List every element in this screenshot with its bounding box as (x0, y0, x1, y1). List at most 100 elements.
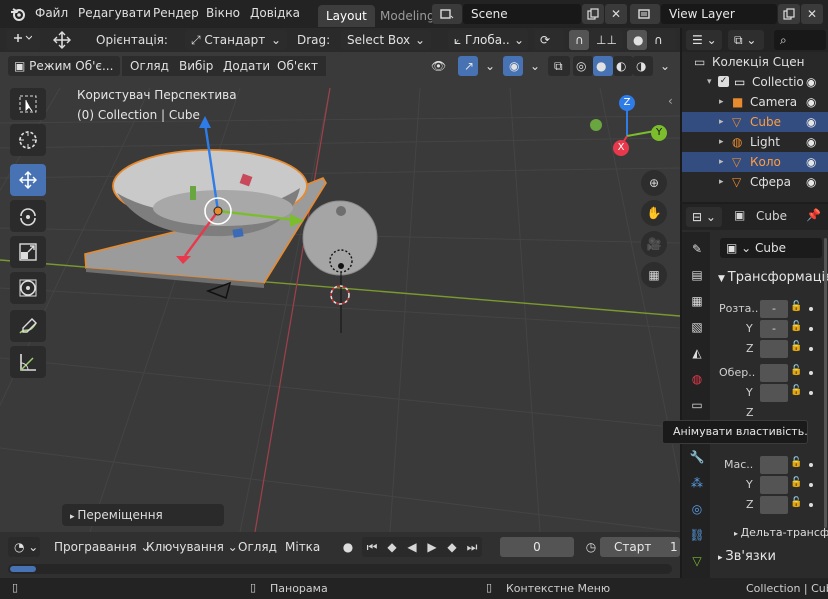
outliner-item[interactable]: ▸ ■ Camera ◉ (682, 92, 828, 112)
marker-menu[interactable]: Мітка (277, 537, 328, 557)
transform-space-dropdown[interactable]: ⟀ Глоба.. ⌄ (448, 30, 528, 50)
delete-view-layer-icon[interactable]: ✕ (801, 4, 823, 24)
viewport-canvas[interactable] (0, 28, 680, 532)
tool-cursor[interactable] (10, 124, 46, 156)
falloff-dropdown[interactable]: ∩ (648, 30, 676, 50)
keyframe-dot-icon[interactable] (809, 347, 813, 351)
new-view-layer-icon[interactable] (778, 4, 800, 24)
collection-icon[interactable]: ▭ (686, 394, 708, 416)
eye-icon[interactable]: ◉ (806, 112, 816, 132)
prev-keyframe-icon[interactable]: ◆ (382, 540, 402, 554)
new-scene-icon[interactable] (582, 4, 604, 24)
menu-window[interactable]: Вікно (206, 6, 240, 20)
eye-icon[interactable]: ◉ (806, 152, 816, 172)
tool-scale[interactable] (10, 236, 46, 268)
redo-panel[interactable]: ▸ Переміщення (62, 504, 224, 526)
delta-transform-panel-header[interactable]: ▸ Дельта-трансформація (734, 526, 828, 539)
keyframe-dot-icon[interactable] (809, 463, 813, 467)
mode-dropdown[interactable]: ▣ Режим Об'є... (8, 56, 120, 76)
tool-transform[interactable] (10, 272, 46, 304)
tool-rotate[interactable] (10, 200, 46, 232)
scale-y-field[interactable]: - (760, 320, 788, 338)
keyframe-dot-icon[interactable] (809, 307, 813, 311)
outliner-item[interactable]: ▸ ▽ Коло ◉ (682, 152, 828, 172)
expand-triangle-icon[interactable]: ▸ (719, 172, 724, 192)
tool-measure[interactable] (10, 346, 46, 378)
expand-triangle-icon[interactable]: ▸ (719, 92, 724, 112)
constraint-icon[interactable]: ⛓ (686, 524, 708, 546)
expand-triangle-icon[interactable]: ▸ (719, 132, 724, 152)
mass-z-field[interactable] (760, 496, 788, 514)
snap-target-dropdown[interactable]: ⊥⊥ (590, 30, 622, 50)
physics-icon[interactable]: ◎ (686, 498, 708, 520)
shading-dropdown[interactable]: ⌄ (654, 56, 672, 76)
outliner-item[interactable]: ▸ ▽ Сфера ◉ (682, 172, 828, 192)
zoom-view-button[interactable]: ⊕ (641, 170, 667, 196)
scene-name-field[interactable]: Scene (463, 4, 581, 24)
expand-triangle-icon[interactable]: ▸ (719, 112, 724, 132)
data-icon[interactable]: ▽ (686, 550, 708, 572)
lock-icon[interactable]: 🔓 (790, 321, 802, 332)
menu-select[interactable]: Вибір (171, 56, 222, 76)
perspective-toggle-button[interactable]: ▦ (641, 262, 667, 288)
gizmo-toggle[interactable]: ↗ (458, 56, 478, 76)
orientation-dropdown[interactable]: ⤢ Стандарт ⌄ (185, 30, 287, 50)
display-mode-dropdown[interactable]: ⧉ ⌄ (728, 30, 764, 50)
eye-icon[interactable]: ◉ (806, 172, 816, 192)
menu-file[interactable]: Файл (35, 6, 68, 20)
tool-icon[interactable]: ✎ (686, 238, 708, 260)
shading-solid-button[interactable]: ● (593, 56, 613, 76)
transform-panel-header[interactable]: ▼ Трансформація (718, 270, 828, 285)
play-reverse-icon[interactable]: ◀ (402, 540, 422, 554)
outliner-editor-dropdown[interactable]: ☰ ⌄ (686, 30, 722, 50)
view-layer-field[interactable]: View Layer (661, 4, 777, 24)
lock-icon[interactable]: 🔓 (790, 497, 802, 508)
timeline-scrubber[interactable] (8, 564, 672, 574)
properties-scrollbar[interactable] (824, 238, 827, 528)
lock-icon[interactable]: 🔓 (790, 457, 802, 468)
viewport-3d[interactable]: Орієнтація: ⤢ Стандарт ⌄ Drag: Select Box… (0, 28, 680, 532)
lock-icon[interactable]: 🔓 (790, 301, 802, 312)
menu-edit[interactable]: Редагувати (78, 6, 151, 20)
menu-help[interactable]: Довідка (250, 6, 300, 20)
menu-object[interactable]: Об'єкт (269, 56, 326, 76)
play-icon[interactable]: ▶ (422, 540, 442, 554)
collapse-sidebar-icon[interactable]: ‹ (668, 94, 673, 108)
blender-logo-icon[interactable] (10, 6, 26, 22)
properties-editor-dropdown[interactable]: ⊟ ⌄ (686, 207, 722, 227)
constraints-panel-header[interactable]: ▸ Зв'язки (718, 549, 776, 564)
tool-annotate[interactable] (10, 310, 46, 342)
chevron-down-icon[interactable]: ▾ (707, 72, 712, 92)
overlay-toggle[interactable]: ◉ (503, 56, 523, 76)
shading-wireframe-button[interactable]: ◎ (573, 56, 593, 76)
keyframe-dot-icon[interactable] (809, 503, 813, 507)
jump-end-icon[interactable]: ⏭ (462, 540, 482, 555)
lock-icon[interactable]: 🔓 (790, 341, 802, 352)
eye-icon[interactable]: ◉ (806, 72, 816, 92)
keyframe-dot-icon[interactable] (809, 371, 813, 375)
jump-start-icon[interactable]: ⏮ (362, 540, 382, 555)
lock-icon[interactable]: 🔓 (790, 477, 802, 488)
scale-x-field[interactable]: - (760, 300, 788, 318)
xray-toggle[interactable]: ⧉ (548, 56, 570, 76)
view-layer-icon[interactable] (630, 4, 660, 24)
render-icon[interactable]: ▤ (686, 264, 708, 286)
drag-dropdown[interactable]: Select Box ⌄ (341, 30, 431, 50)
keyframe-dot-icon[interactable] (809, 483, 813, 487)
current-frame-field[interactable]: 0 (500, 537, 574, 557)
mass-y-field[interactable] (760, 476, 788, 494)
tool-selector[interactable] (6, 30, 40, 50)
editor-type-dropdown[interactable]: ◔ ⌄ (8, 537, 40, 557)
particles-icon[interactable]: ⁂ (686, 472, 708, 494)
pin-icon[interactable]: 📌 (806, 208, 821, 222)
lock-icon[interactable]: 🔓 (790, 365, 802, 376)
object-name-field[interactable]: ▣ ⌄ Cube (720, 238, 822, 258)
shading-rendered-button[interactable]: ◑ (633, 56, 653, 76)
outliner-item[interactable]: ▾ ✓ ▭ Collection◉ (682, 72, 828, 92)
lock-icon[interactable]: 🔓 (790, 385, 802, 396)
next-keyframe-icon[interactable]: ◆ (442, 540, 462, 554)
rotation-x-field[interactable] (760, 364, 788, 382)
tab-layout[interactable]: Layout (318, 5, 375, 27)
scene-selector-icon[interactable] (432, 4, 462, 24)
checkbox-icon[interactable]: ✓ (718, 76, 729, 87)
